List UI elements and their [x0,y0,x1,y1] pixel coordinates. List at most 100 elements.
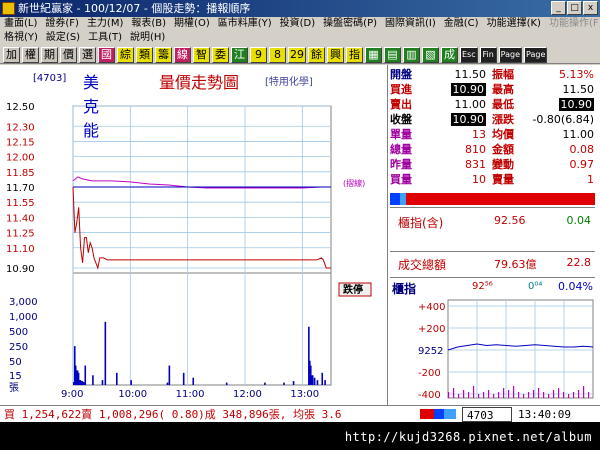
menu-reports[interactable]: 報表(B) [127,17,170,31]
volume-bar [225,382,228,385]
menu-securities[interactable]: 證券(F) [41,17,83,31]
price-tick-label: 11.25 [6,229,35,240]
amount-label: 金額 [492,143,514,156]
toolbar-button-8[interactable]: 8 [269,47,286,63]
menu-view[interactable]: 格視(Y) [0,31,42,45]
turnover-value: 79.63億 [494,258,537,271]
volume-bar [264,382,266,385]
mini-volume-bar [533,390,535,398]
volume-bar [116,372,118,385]
volume-tick-label: 50 [9,357,22,368]
price-tick-label: 12.30 [6,122,35,133]
mini-index-chart: +400 +200 9252 -200 -400 [418,299,594,401]
clock: 13:40:09 [518,408,571,421]
toolbar-button-futures[interactable]: 期 [41,47,58,63]
time-tick-label: 11:00 [176,389,205,400]
intraday-chart[interactable]: 12.50 12.30 12.15 12.00 11.85 11.70 11.55 11.40… [3,65,383,405]
volume-tick-label: 1,000 [9,312,38,323]
menu-finance[interactable]: 金融(C) [440,17,483,31]
stock-code: [4703] [33,73,67,84]
menu-international[interactable]: 國際資訊(I) [381,17,440,31]
volume-tick-label: 500 [9,327,28,338]
toolbar-button-remainder[interactable]: 餘 [308,47,325,63]
toolbar-button-summary[interactable]: 綜 [117,47,134,63]
volume-bar [311,375,314,385]
quote-row-bid: 買進 10.90 最高 11.50 [388,83,598,96]
window-title-bar: 新世紀贏家 - 100/12/07 - 個股走勢：播報順序 _ □ x [0,0,600,17]
toolbar-button-29[interactable]: 29 [288,47,306,63]
otc-index-label: 櫃指(含) [398,216,444,230]
toolbar-button-fin[interactable]: Fin [479,47,497,63]
mini-tick-label: 9252 [418,346,443,357]
mini-volume-bar [458,394,460,398]
menu-function-select[interactable]: 功能選擇(K) [483,17,545,31]
mini-volume-bar [523,394,525,398]
unit-label: 單量 [390,128,412,141]
toolbar-button-chips[interactable]: 籌 [155,47,172,63]
list-icon[interactable]: ▧ [422,47,439,63]
close-button[interactable]: x [583,1,598,15]
volume-tick-label: 250 [9,342,28,353]
toolbar-button-line[interactable]: 線 [174,47,191,63]
toolbar-button-price[interactable]: 價 [60,47,77,63]
maximize-button[interactable]: □ [567,1,582,15]
mini-volume-bar [558,388,560,398]
minimize-button[interactable]: _ [551,1,566,15]
chart-icon[interactable]: ▤ [384,47,401,63]
volume-bar [292,381,295,385]
high-label: 最高 [492,83,514,96]
toolbar-button-rights[interactable]: 權 [22,47,39,63]
close-label: 收盤 [390,113,412,126]
bid-value: 10.90 [450,83,486,96]
toolbar-button-esc[interactable]: Esc [460,47,478,63]
menu-investment[interactable]: 投資(D) [276,17,320,31]
toolbar-button-page-down[interactable]: Page [524,47,548,63]
menu-function-operate[interactable]: 功能操作(F) [545,17,600,31]
price-tick-label: 11.10 [6,244,35,255]
menu-database[interactable]: 區市料庫(Y) [214,17,276,31]
time-tick-label: 12:00 [233,389,262,400]
price-tick-label: 11.40 [6,213,35,224]
ask-value: 11.00 [454,98,487,111]
toolbar-button-page-up[interactable]: Page [498,47,522,63]
toolbar-button-9[interactable]: 9 [250,47,267,63]
toolbar-button-select[interactable]: 選 [79,47,96,63]
menu-options[interactable]: 期權(O) [170,17,214,31]
volume-bar [168,365,171,385]
toolbar-button-river[interactable]: 江 [231,47,248,63]
toolbar-button-prosper[interactable]: 興 [327,47,344,63]
chart-panel: 12.50 12.30 12.15 12.00 11.85 11.70 11.55 11.40… [3,65,383,405]
toolbar-button-order[interactable]: 委 [212,47,229,63]
toolbar-button-index[interactable]: 指 [346,47,363,63]
toolbar-button-country[interactable]: 國 [98,47,115,63]
bid-label: 買進 [390,83,412,96]
mini-volume-bar [563,392,565,398]
toolbar-button-smart[interactable]: 智 [193,47,210,63]
ask-label: 賣出 [390,98,412,111]
menu-tools[interactable]: 工具(T) [84,31,126,45]
quote-row-buy: 買量 10 賣量 1 [388,173,598,186]
table-icon[interactable]: ▥ [403,47,420,63]
avg-label: 均價 [492,128,514,141]
amount-value: 0.08 [569,143,595,156]
series-line [72,186,331,270]
volume-bar [192,377,195,385]
volume-bar [316,380,319,385]
grid-icon[interactable]: ▦ [365,47,382,63]
menu-main-force[interactable]: 主力(M) [83,17,127,31]
menu-screen[interactable]: 畫面(L) [0,17,41,31]
mini-volume-bar [498,392,500,398]
volume-tick-label: 15 [9,371,22,382]
stock-code-input[interactable]: 4703 [462,407,512,422]
mini-volume-bar [568,394,570,398]
toolbar-button-category[interactable]: 類 [136,47,153,63]
sell-volume-value: 1 [587,173,594,186]
menu-settings[interactable]: 設定(S) [42,31,84,45]
mini-volume-bar [553,390,555,398]
quote-row-open: 開盤 11.50 振幅 5.13% [388,68,598,81]
toolbar-button-volume[interactable]: 成 [441,47,458,63]
mini-volume-bar [583,386,585,398]
menu-help[interactable]: 說明(H) [126,31,169,45]
toolbar-button-weighted[interactable]: 加 [3,47,20,63]
menu-password[interactable]: 操盤密碼(P) [319,17,381,31]
